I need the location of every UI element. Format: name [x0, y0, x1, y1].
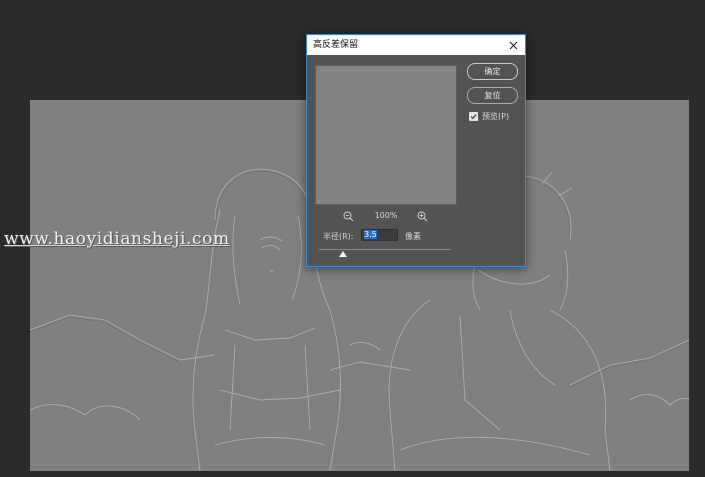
zoom-in-button[interactable]	[415, 209, 429, 223]
radius-value: 3.5	[364, 230, 377, 239]
zoom-out-button[interactable]	[341, 209, 355, 223]
zoom-out-icon	[343, 211, 353, 221]
ok-button[interactable]: 确定	[467, 63, 518, 80]
radius-label: 半径(R):	[323, 232, 354, 241]
zoom-in-icon	[417, 211, 427, 221]
zoom-level: 100%	[374, 211, 398, 220]
radius-unit: 像素	[405, 232, 421, 241]
radius-slider-thumb[interactable]	[338, 251, 347, 257]
filter-preview[interactable]	[315, 65, 457, 205]
watermark-text: www.haoyidiansheji.com	[4, 229, 230, 249]
radius-slider-track[interactable]	[319, 249, 451, 250]
preview-label: 预览(P)	[482, 112, 510, 121]
dialog-titlebar[interactable]: 高反差保留	[307, 35, 525, 55]
close-button[interactable]	[505, 37, 521, 53]
high-pass-dialog: 高反差保留 100% 半径(R): 3.5 像素 确定 复位 预览(P)	[306, 34, 526, 267]
checkmark-icon	[470, 114, 477, 120]
radius-input[interactable]: 3.5	[361, 229, 398, 241]
reset-button[interactable]: 复位	[467, 87, 518, 104]
close-icon	[509, 41, 517, 49]
dialog-title: 高反差保留	[313, 40, 359, 50]
preview-checkbox[interactable]	[469, 112, 478, 121]
